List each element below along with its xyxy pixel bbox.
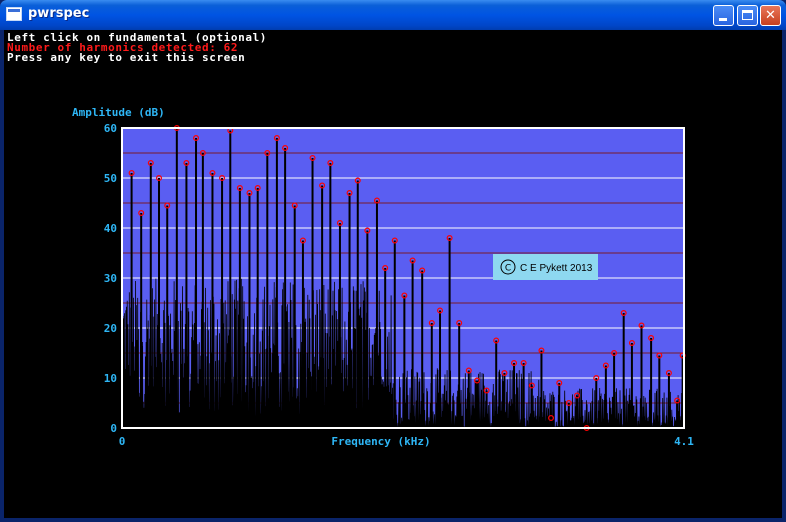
close-icon: ✕ — [765, 8, 776, 23]
y-tick-label: 40 — [104, 222, 117, 235]
x-axis-label: Frequency (kHz) — [331, 435, 430, 448]
window-title: pwrspec — [28, 6, 90, 21]
y-tick-label: 30 — [104, 272, 117, 285]
x-tick-label: 4.1 — [674, 435, 694, 448]
copyright-text: C E Pykett 2013 — [520, 263, 593, 274]
maximize-button[interactable] — [737, 5, 758, 26]
y-tick-label: 20 — [104, 322, 117, 335]
client-area[interactable]: Left click on fundamental (optional) Num… — [4, 30, 782, 518]
title-bar[interactable]: pwrspec ✕ — [0, 0, 786, 30]
y-tick-label: 0 — [110, 422, 117, 435]
close-button[interactable]: ✕ — [760, 5, 781, 26]
copyright-box: C C E Pykett 2013 — [493, 254, 598, 280]
y-tick-label: 60 — [104, 122, 117, 135]
y-axis-ticks: 0 10 20 30 40 50 60 — [104, 122, 117, 435]
spectrum-chart[interactable]: 0 10 20 30 40 50 60 0 4.1 Amplitude (dB) Freque… — [4, 30, 782, 518]
application-window: pwrspec ✕ Left click on fundamental (opt… — [0, 0, 786, 522]
y-tick-label: 10 — [104, 372, 117, 385]
svg-text:C: C — [505, 264, 511, 274]
minimize-button[interactable] — [713, 5, 734, 26]
y-tick-label: 50 — [104, 172, 117, 185]
x-tick-label: 0 — [119, 435, 126, 448]
app-window-icon — [6, 7, 22, 21]
y-axis-label: Amplitude (dB) — [72, 106, 165, 119]
